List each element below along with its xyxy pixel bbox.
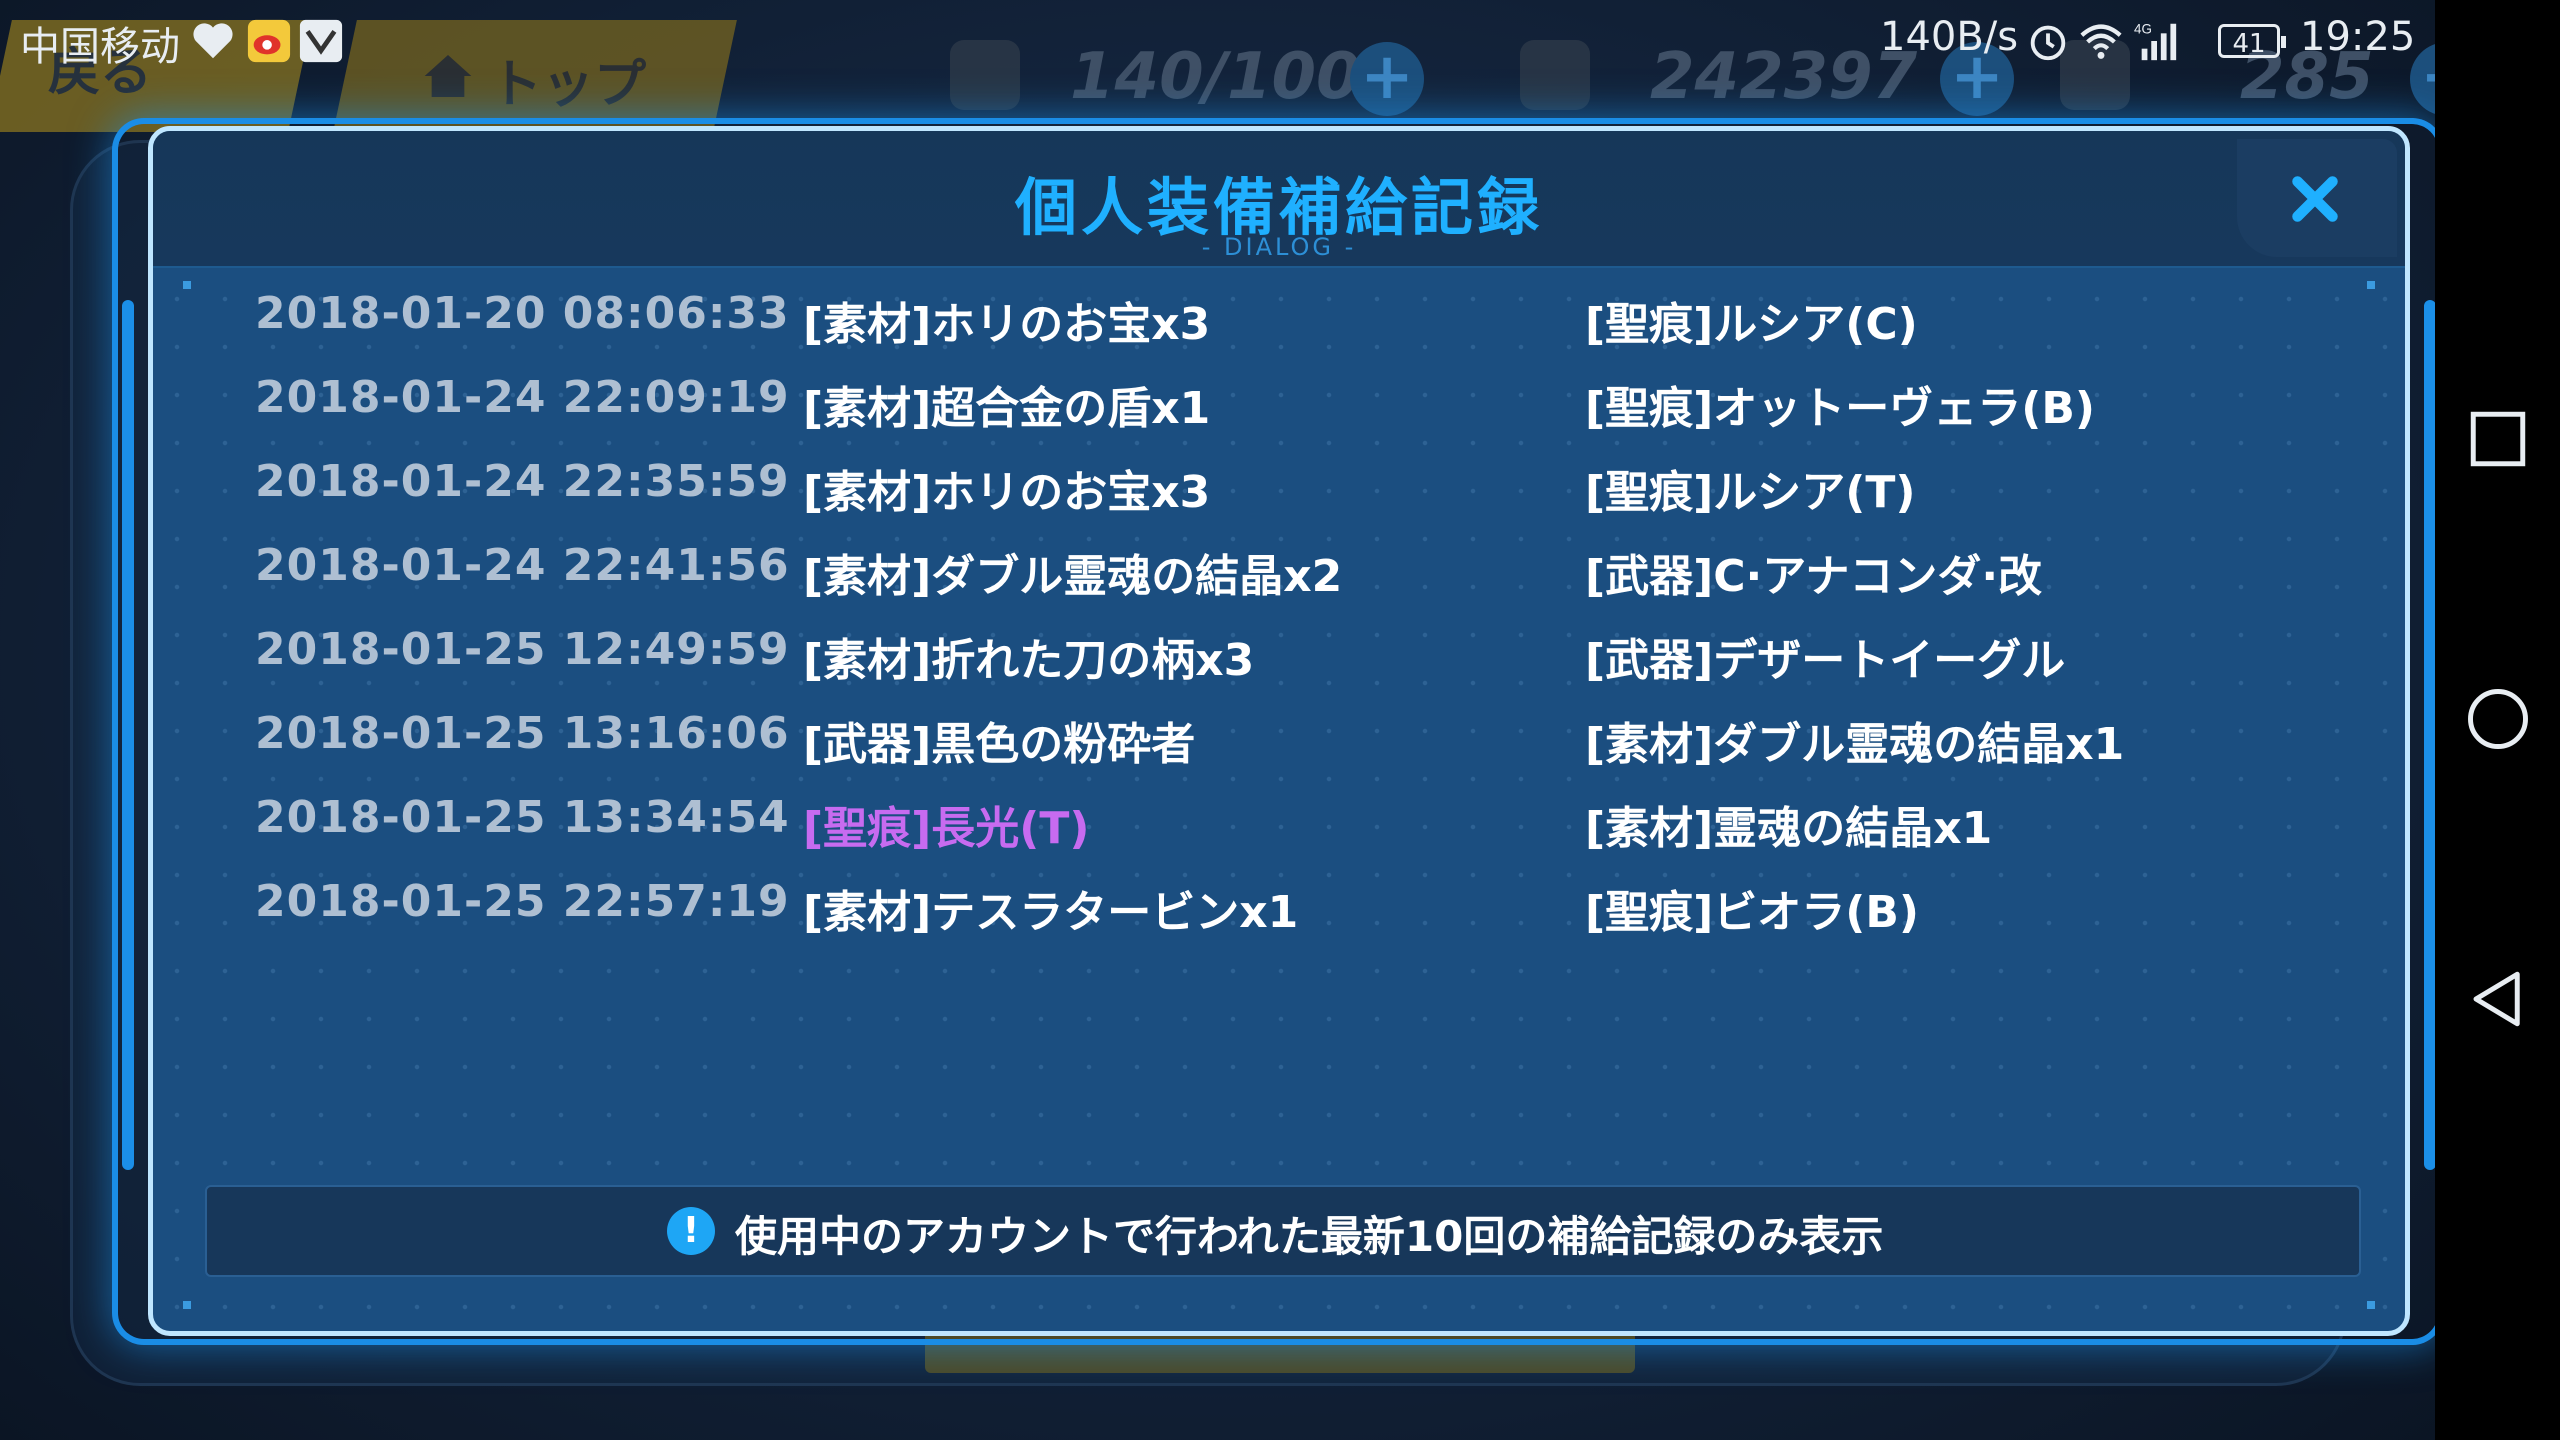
mail-app-icon: [299, 19, 343, 63]
alarm-icon: [2030, 25, 2066, 61]
record-item-highlighted: [聖痕]長光(T): [803, 803, 1090, 854]
clock: 19:25: [2300, 14, 2416, 60]
record-item: [武器]黒色の粉砕者: [803, 719, 1196, 770]
recents-icon[interactable]: [2465, 406, 2531, 472]
record-bonus: [聖痕]ルシア(C): [1585, 299, 1918, 350]
record-time: 2018-01-25 13:16:06: [255, 708, 790, 759]
record-bonus: [武器]C·アナコンダ·改: [1585, 551, 2043, 602]
corner-marker: [183, 1301, 191, 1309]
battery-indicator: 41: [2218, 24, 2286, 59]
record-item: [素材]テスラタービンx1: [803, 887, 1299, 938]
notice-banner: ! 使用中のアカウントで行われた最新10回の補給記録のみ表示: [205, 1185, 2361, 1277]
carrier-name: 中国移动: [20, 24, 180, 70]
record-time: 2018-01-25 22:57:19: [255, 876, 790, 927]
record-bonus: [聖痕]ビオラ(B): [1585, 887, 1919, 938]
record-time: 2018-01-24 22:41:56: [255, 540, 790, 591]
record-row: 2018-01-25 13:16:06 [武器]黒色の粉砕者 [素材]ダブル霊魂…: [153, 696, 2405, 780]
record-time: 2018-01-25 12:49:59: [255, 624, 790, 675]
dialog-rail-left: [122, 300, 134, 1170]
record-bonus: [聖痕]オットーヴェラ(B): [1585, 383, 2095, 434]
record-time: 2018-01-25 13:34:54: [255, 792, 790, 843]
record-item: [素材]ダブル霊魂の結晶x2: [803, 551, 1343, 602]
record-bonus: [聖痕]ルシア(T): [1585, 467, 1916, 518]
record-item: [素材]折れた刀の柄x3: [803, 635, 1255, 686]
weibo-app-icon: [247, 19, 291, 63]
record-row: 2018-01-24 22:41:56 [素材]ダブル霊魂の結晶x2 [武器]C…: [153, 528, 2405, 612]
wifi-icon: [2080, 24, 2122, 59]
info-icon: !: [667, 1207, 715, 1255]
dialog-header: 個人装備補給記録 - DIALOG -: [153, 131, 2405, 268]
record-bonus: [素材]ダブル霊魂の結晶x1: [1585, 719, 2125, 770]
record-row: 2018-01-25 22:57:19 [素材]テスラタービンx1 [聖痕]ビオ…: [153, 864, 2405, 948]
close-button[interactable]: [2237, 139, 2397, 257]
record-row: 2018-01-20 08:06:33 [素材]ホリのお宝x3 [聖痕]ルシア(…: [153, 276, 2405, 360]
home-circle-icon[interactable]: [2465, 686, 2531, 752]
close-icon[interactable]: [2285, 169, 2345, 229]
record-item: [素材]超合金の盾x1: [803, 383, 1211, 434]
record-item: [素材]ホリのお宝x3: [803, 467, 1211, 518]
network-speed: 140B/s: [1880, 14, 2019, 60]
record-bonus: [素材]霊魂の結晶x1: [1585, 803, 1993, 854]
record-bonus: [武器]デザートイーグル: [1585, 635, 2066, 686]
record-item: [素材]ホリのお宝x3: [803, 299, 1211, 350]
record-time: 2018-01-20 08:06:33: [255, 288, 790, 339]
record-row: 2018-01-24 22:09:19 [素材]超合金の盾x1 [聖痕]オットー…: [153, 360, 2405, 444]
supply-record-dialog: 個人装備補給記録 - DIALOG - 2018-01-20 08:06:33 …: [148, 126, 2410, 1336]
notice-text: 使用中のアカウントで行われた最新10回の補給記録のみ表示: [735, 1212, 1884, 1261]
back-triangle-icon[interactable]: [2465, 966, 2531, 1032]
health-app-icon: [193, 23, 233, 59]
status-bar: 中国移动 140B/s 4G 41 19:25: [0, 0, 2435, 84]
signal-icon: 4G: [2134, 21, 2177, 61]
record-time: 2018-01-24 22:35:59: [255, 456, 790, 507]
record-row: 2018-01-25 13:34:54 [聖痕]長光(T) [素材]霊魂の結晶x…: [153, 780, 2405, 864]
corner-marker: [2367, 1301, 2375, 1309]
navigation-bar: [2435, 0, 2560, 1440]
record-row: 2018-01-25 12:49:59 [素材]折れた刀の柄x3 [武器]デザー…: [153, 612, 2405, 696]
record-time: 2018-01-24 22:09:19: [255, 372, 790, 423]
svg-text:4G: 4G: [2134, 21, 2152, 36]
dialog-subtitle: - DIALOG -: [1201, 233, 1357, 261]
record-row: 2018-01-24 22:35:59 [素材]ホリのお宝x3 [聖痕]ルシア(…: [153, 444, 2405, 528]
